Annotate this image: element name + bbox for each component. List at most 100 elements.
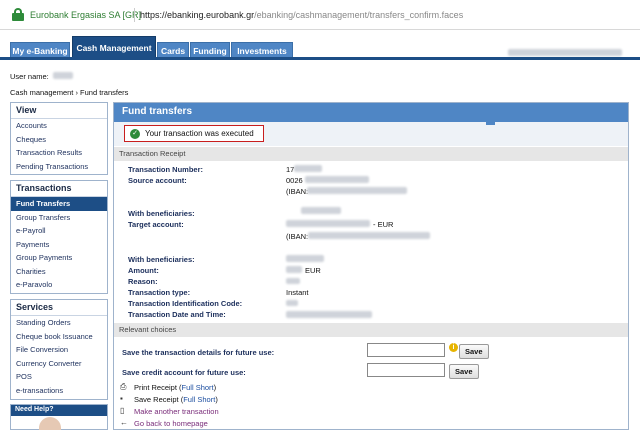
sidebar-item-transaction-results[interactable]: Transaction Results — [11, 146, 107, 160]
tab-cards[interactable]: Cards — [157, 42, 189, 58]
printer-icon: ⎙ — [120, 382, 127, 391]
url-domain: https://ebanking.eurobank.gr — [140, 10, 255, 20]
address-bar[interactable]: Eurobank Ergasias SA [GR] https://ebanki… — [0, 0, 640, 30]
sidebar-services-box: Services Standing Orders Cheque book Iss… — [10, 299, 108, 400]
sidebar-item-e-transactions[interactable]: e-transactions — [11, 384, 107, 398]
tab-cash-management[interactable]: Cash Management — [72, 36, 156, 58]
redacted-value — [286, 278, 300, 284]
transaction-type-label: Transaction type: — [128, 288, 191, 297]
save-full-short-link[interactable]: Full Short — [183, 395, 215, 404]
print-receipt-row: Print Receipt (Full Short) — [134, 383, 216, 392]
make-another-link[interactable]: Make another transaction — [134, 407, 219, 416]
tab-investments[interactable]: Investments — [231, 42, 293, 58]
tab-rule — [0, 57, 640, 60]
redacted-value — [286, 311, 372, 318]
sidebar-item-file-conversion[interactable]: File Conversion — [11, 343, 107, 357]
help-box[interactable]: Need Help? — [10, 404, 108, 430]
divider — [134, 8, 135, 22]
tab-funding[interactable]: Funding — [190, 42, 230, 58]
save-credit-button[interactable]: Save — [449, 364, 479, 379]
breadcrumb: Cash management › Fund transfers — [10, 88, 129, 97]
sidebar-item-cheques[interactable]: Cheques — [11, 133, 107, 147]
save-details-input[interactable] — [367, 343, 445, 357]
transaction-id-label: Transaction Identification Code: — [128, 299, 243, 308]
sidebar-item-pending-transactions[interactable]: Pending Transactions — [11, 160, 107, 174]
sidebar-item-fund-transfers[interactable]: Fund Transfers — [11, 197, 107, 211]
redacted-username — [53, 72, 73, 79]
beneficiaries-label-2: With beneficiaries: — [128, 255, 195, 264]
source-iban: (IBAN: — [286, 187, 309, 196]
save-receipt-row: Save Receipt (Full Short) — [134, 395, 218, 404]
reason-label: Reason: — [128, 277, 158, 286]
transaction-type-value: Instant — [286, 288, 309, 297]
sidebar-heading-services: Services — [11, 300, 107, 316]
target-account-label: Target account: — [128, 220, 184, 229]
sidebar-item-cheque-book-issuance[interactable]: Cheque book Issuance — [11, 330, 107, 344]
check-circle-icon: ✓ — [130, 129, 140, 139]
redacted-value — [308, 232, 430, 239]
sidebar-item-group-transfers[interactable]: Group Transfers — [11, 211, 107, 225]
receipt-heading: Transaction Receipt — [114, 147, 628, 161]
relevant-choices-heading: Relevant choices — [114, 323, 628, 337]
user-name-row: User name: — [10, 72, 49, 81]
sidebar-item-currency-converter[interactable]: Currency Converter — [11, 357, 107, 371]
paren-close: ) — [215, 395, 218, 404]
panel-tab-notch — [486, 121, 495, 125]
save-details-button[interactable]: Save — [459, 344, 489, 359]
amount-label: Amount: — [128, 266, 159, 275]
redacted-value — [286, 266, 302, 273]
page-title: Fund transfers — [114, 103, 628, 122]
document-icon: ▯ — [120, 406, 125, 415]
site-identity[interactable]: Eurobank Ergasias SA [GR] — [30, 10, 141, 20]
save-details-label: Save the transaction details for future … — [122, 348, 275, 357]
success-text: Your transaction was executed — [145, 129, 254, 138]
redacted-value — [286, 220, 370, 227]
sidebar-item-e-payroll[interactable]: e-Payroll — [11, 224, 107, 238]
info-icon[interactable]: i — [449, 343, 458, 352]
go-home-row: Go back to homepage — [134, 419, 208, 428]
success-message: ✓ Your transaction was executed — [124, 125, 264, 142]
source-account-label: Source account: — [128, 176, 187, 185]
sidebar-item-standing-orders[interactable]: Standing Orders — [11, 316, 107, 330]
redacted-value — [294, 165, 322, 172]
transaction-datetime-label: Transaction Date and Time: — [128, 310, 226, 319]
go-home-link[interactable]: Go back to homepage — [134, 419, 208, 428]
redacted-value — [307, 187, 407, 194]
redacted-user-info — [508, 49, 622, 56]
source-account-value: 0026 — [286, 176, 303, 185]
amount-value: EUR — [305, 266, 321, 275]
fund-transfers-panel: Fund transfers ✓ Your transaction was ex… — [113, 102, 629, 430]
sidebar-item-pos[interactable]: POS — [11, 370, 107, 384]
make-another-row: Make another transaction — [134, 407, 219, 416]
redacted-value — [301, 207, 341, 214]
main-tabs: My e-Banking Cash Management Cards Fundi… — [0, 36, 640, 58]
redacted-value — [305, 176, 369, 183]
transaction-number-label: Transaction Number: — [128, 165, 204, 174]
back-arrow-icon: ← — [120, 418, 128, 427]
sidebar-item-charities[interactable]: Charities — [11, 265, 107, 279]
support-avatar — [39, 417, 61, 430]
sidebar-item-e-paravolo[interactable]: e-Paravolo — [11, 278, 107, 292]
sidebar: View Accounts Cheques Transaction Result… — [10, 102, 108, 430]
sidebar-item-accounts[interactable]: Accounts — [11, 119, 107, 133]
sidebar-transactions-box: Transactions Fund Transfers Group Transf… — [10, 180, 108, 294]
url-path: /ebanking/cashmanagement/transfers_confi… — [254, 10, 464, 20]
target-iban: (IBAN: — [286, 232, 309, 241]
paren-close: ) — [213, 383, 217, 392]
help-heading: Need Help? — [11, 405, 107, 416]
save-credit-label: Save credit account for future use: — [122, 368, 246, 377]
sidebar-item-payments[interactable]: Payments — [11, 238, 107, 252]
sidebar-view-box: View Accounts Cheques Transaction Result… — [10, 102, 108, 175]
lock-icon — [12, 8, 24, 21]
beneficiaries-label: With beneficiaries: — [128, 209, 195, 218]
save-receipt-text: Save Receipt — [134, 395, 179, 404]
disk-icon: ▪ — [120, 394, 123, 403]
print-full-short-link[interactable]: Full Short — [182, 383, 214, 392]
url-text[interactable]: https://ebanking.eurobank.gr/ebanking/ca… — [140, 10, 463, 20]
sidebar-heading-view: View — [11, 103, 107, 119]
user-name-label: User name: — [10, 72, 49, 81]
sidebar-heading-transactions: Transactions — [11, 181, 107, 197]
sidebar-item-group-payments[interactable]: Group Payments — [11, 251, 107, 265]
tab-my-e-banking[interactable]: My e-Banking — [10, 42, 70, 58]
save-credit-input[interactable] — [367, 363, 445, 377]
